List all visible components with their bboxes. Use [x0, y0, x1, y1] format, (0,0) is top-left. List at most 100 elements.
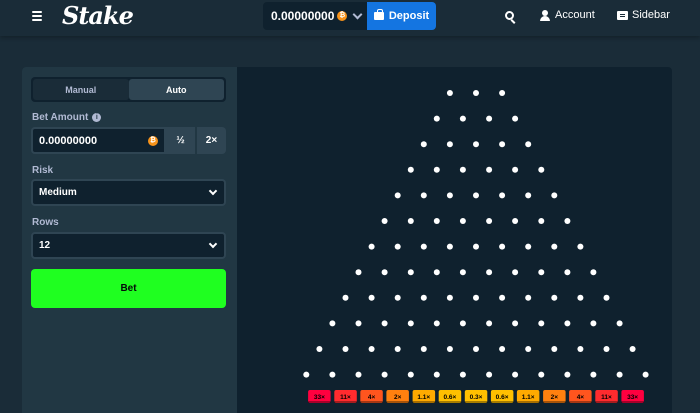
peg [329, 371, 336, 378]
peg [368, 346, 375, 352]
peg [642, 371, 649, 378]
peg [407, 371, 414, 378]
peg [394, 294, 401, 301]
peg [577, 243, 584, 250]
plinko-board: 33× 11× 4× 2× 1.1× 0.6× 0.3× 0.6× 1.1× 2× 4× 11× 33× [237, 67, 672, 413]
bucket-shadow [569, 401, 592, 403]
multiplier-bucket: 0.3× [464, 390, 488, 403]
peg [446, 90, 453, 96]
peg [473, 346, 479, 352]
double-bet-button[interactable]: 2× [197, 127, 226, 154]
tab-auto[interactable]: Auto [128, 79, 224, 100]
user-icon [540, 9, 550, 21]
peg [342, 346, 349, 352]
rows-label: Rows [32, 217, 59, 228]
multiplier-bucket: 0.6× [490, 390, 514, 403]
risk-select[interactable]: Medium [31, 179, 226, 206]
bet-amount-value: 0.00000000 [39, 134, 98, 147]
peg [525, 346, 532, 352]
bucket-shadow [386, 401, 409, 403]
peg [459, 320, 466, 327]
peg [381, 371, 388, 378]
plinko-game: Manual Auto Bet Amount i 0.00000000 ₿ ½ … [22, 67, 672, 413]
peg [407, 269, 414, 276]
peg [525, 141, 532, 148]
bet-button[interactable]: Bet [31, 269, 226, 308]
peg [433, 269, 440, 276]
bet-amount-label: Bet Amount [32, 112, 89, 123]
sidebar-button[interactable]: Sidebar [617, 9, 670, 21]
peg [473, 243, 479, 250]
multiplier-bucket: 2× [543, 390, 566, 403]
peg [538, 218, 545, 224]
half-bet-button[interactable]: ½ [166, 127, 197, 154]
top-navigation: Stake 0.00000000 ₿ Deposit Account Sideb… [0, 0, 700, 36]
peg [538, 371, 545, 378]
bet-amount-heading: Bet Amount i [32, 112, 102, 123]
peg [433, 218, 440, 224]
rows-select[interactable]: 12 [31, 232, 226, 259]
peg [512, 166, 519, 173]
chevron-down-icon [208, 186, 218, 195]
search-icon[interactable] [505, 11, 514, 20]
peg [459, 218, 466, 224]
peg [603, 346, 610, 352]
peg [603, 294, 610, 301]
peg [590, 320, 597, 327]
peg [433, 115, 440, 122]
peg [499, 294, 506, 301]
multiplier-label: 1.1× [417, 394, 430, 401]
peg [420, 294, 427, 301]
balance-selector[interactable]: 0.00000000 ₿ [263, 2, 367, 30]
bet-amount-input[interactable]: 0.00000000 ₿ [31, 127, 166, 154]
peg [577, 346, 584, 352]
peg [342, 294, 349, 301]
peg [486, 269, 493, 276]
peg [420, 346, 427, 352]
peg [394, 243, 401, 250]
peg [459, 166, 466, 173]
peg [525, 192, 532, 199]
bucket-shadow [516, 401, 540, 403]
peg [420, 192, 427, 199]
peg [512, 115, 519, 122]
peg [473, 90, 479, 96]
account-label: Account [555, 9, 595, 21]
multiplier-bucket: 2× [386, 390, 409, 403]
peg [499, 141, 506, 148]
peg [459, 269, 466, 276]
balance-value: 0.00000000 [271, 9, 335, 23]
multiplier-label: 33× [314, 394, 325, 401]
peg [590, 269, 597, 276]
multiplier-bucket: 11× [595, 390, 618, 403]
mode-tabs: Manual Auto [31, 77, 226, 102]
deposit-button[interactable]: Deposit [367, 2, 436, 30]
peg [538, 269, 545, 276]
risk-value: Medium [39, 187, 77, 198]
peg [446, 243, 453, 250]
multiplier-bucket: 33× [308, 390, 331, 403]
peg [564, 371, 571, 378]
menu-icon[interactable] [32, 11, 42, 21]
bucket-shadow [621, 401, 644, 403]
peg [381, 320, 388, 327]
account-button[interactable]: Account [540, 9, 595, 21]
peg [512, 218, 519, 224]
peg [446, 141, 453, 148]
tab-manual[interactable]: Manual [33, 79, 129, 100]
multiplier-bucket: 11× [334, 390, 357, 403]
stake-logo[interactable]: Stake [62, 1, 134, 30]
chevron-down-icon [352, 9, 363, 19]
wallet-icon [373, 9, 384, 20]
peg [551, 243, 558, 250]
peg [459, 115, 466, 122]
peg [629, 346, 636, 352]
chevron-down-icon [208, 239, 218, 248]
peg [355, 320, 362, 327]
peg [433, 320, 440, 327]
peg [381, 218, 388, 224]
info-icon[interactable]: i [92, 113, 102, 122]
peg [329, 320, 336, 327]
multiplier-label: 2× [394, 394, 402, 401]
peg [368, 294, 375, 301]
